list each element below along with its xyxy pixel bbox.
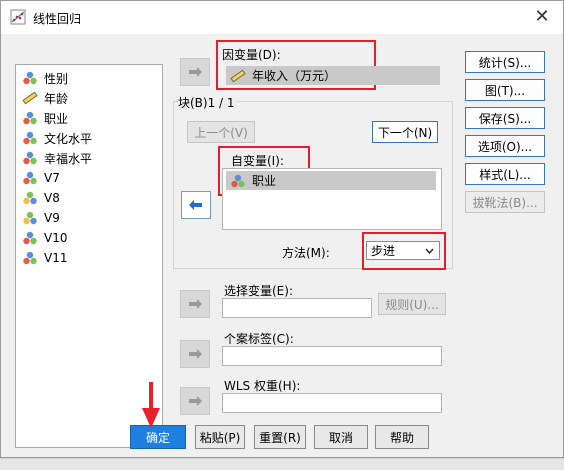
method-label: 方法(M): [282, 246, 330, 260]
dependent-variable-name: 年收入（万元） [252, 69, 337, 83]
ordinal-icon [22, 191, 44, 205]
previous-block-button[interactable]: 上一个(V) [187, 121, 255, 143]
block-label: 块(B)1 / 1 [178, 94, 237, 111]
variable-name: V11 [44, 251, 68, 265]
ordinal-icon [22, 211, 44, 225]
paste-button[interactable]: 粘贴(P) [195, 425, 245, 449]
arrow-right-icon [189, 67, 202, 77]
case-label-label: 个案标签(C): [224, 332, 294, 346]
nominal-icon [22, 171, 44, 185]
nominal-icon [22, 111, 44, 125]
variable-name: 职业 [44, 111, 69, 126]
variable-name: V7 [44, 171, 60, 185]
nominal-icon [22, 231, 44, 245]
cancel-button[interactable]: 取消 [314, 425, 368, 449]
arrow-right-icon [189, 396, 202, 406]
close-icon[interactable]: ✕ [532, 7, 552, 27]
selection-variable-field[interactable] [222, 298, 372, 318]
variable-item[interactable]: V8 [22, 188, 60, 208]
annotation-arrow-icon [138, 382, 164, 428]
arrow-left-icon [189, 200, 202, 210]
variable-item[interactable]: V11 [22, 248, 67, 268]
move-to-independent-button[interactable] [181, 191, 211, 219]
scale-ruler-icon [230, 69, 246, 82]
independent-label: 自变量(I): [231, 154, 284, 168]
move-to-wls-button[interactable] [180, 387, 210, 415]
selection-label: 选择变量(E): [224, 284, 293, 298]
next-block-button[interactable]: 下一个(N) [372, 121, 438, 143]
nominal-icon [22, 71, 44, 85]
ok-button[interactable]: 确定 [130, 425, 186, 449]
independent-variable-item[interactable]: 职业 [226, 171, 436, 190]
wls-weight-label: WLS 权重(H): [224, 379, 301, 393]
move-to-selection-button[interactable] [180, 290, 210, 318]
save-button[interactable]: 保存(S)... [465, 107, 545, 129]
dependent-variable-item[interactable]: 年收入（万元） [226, 66, 440, 85]
bootstrap-button[interactable]: 拔靴法(B)... [465, 191, 545, 213]
variable-item[interactable]: V9 [22, 208, 60, 228]
variable-name: V9 [44, 211, 60, 225]
style-button[interactable]: 样式(L)... [465, 163, 545, 185]
background-spreadsheet-strip [0, 458, 564, 470]
title-bar [1, 1, 563, 34]
window-title: 线性回归 [33, 12, 82, 26]
dependent-label: 因变量(D): [222, 48, 281, 62]
help-button[interactable]: 帮助 [375, 425, 429, 449]
variable-item[interactable]: 职业 [22, 108, 68, 128]
variable-name: 文化水平 [44, 131, 93, 146]
reset-button[interactable]: 重置(R) [254, 425, 306, 449]
variable-item[interactable]: 年龄 [22, 88, 68, 108]
variable-item[interactable]: V7 [22, 168, 60, 188]
nominal-icon [22, 251, 44, 265]
independent-variable-name: 职业 [252, 174, 277, 188]
rule-button[interactable]: 规则(U)... [378, 293, 446, 315]
variable-name: 性别 [44, 71, 69, 86]
nominal-icon [22, 131, 44, 145]
move-to-case-label-button[interactable] [180, 340, 210, 368]
nominal-icon [231, 174, 245, 187]
case-label-field[interactable] [222, 346, 442, 366]
scale-ruler-icon [22, 91, 44, 105]
variable-item[interactable]: V10 [22, 228, 67, 248]
arrow-right-icon [189, 299, 202, 309]
method-value: 步进 [371, 244, 396, 258]
variable-item[interactable]: 幸福水平 [22, 148, 92, 168]
variable-name: 幸福水平 [44, 151, 93, 166]
nominal-icon [22, 151, 44, 165]
statistics-button[interactable]: 统计(S)... [465, 51, 545, 73]
variable-item[interactable]: 性别 [22, 68, 68, 88]
variable-name: 年龄 [44, 91, 69, 106]
regression-app-icon [10, 9, 26, 25]
plots-button[interactable]: 图(T)... [465, 79, 545, 101]
wls-weight-field[interactable] [222, 393, 442, 413]
arrow-right-icon [189, 349, 202, 359]
chevron-down-icon [425, 248, 434, 254]
variable-name: V10 [44, 231, 68, 245]
options-button[interactable]: 选项(O)... [465, 135, 545, 157]
variable-item[interactable]: 文化水平 [22, 128, 92, 148]
move-to-dependent-button[interactable] [180, 58, 210, 86]
method-select[interactable]: 步进 [366, 241, 440, 260]
variable-name: V8 [44, 191, 60, 205]
